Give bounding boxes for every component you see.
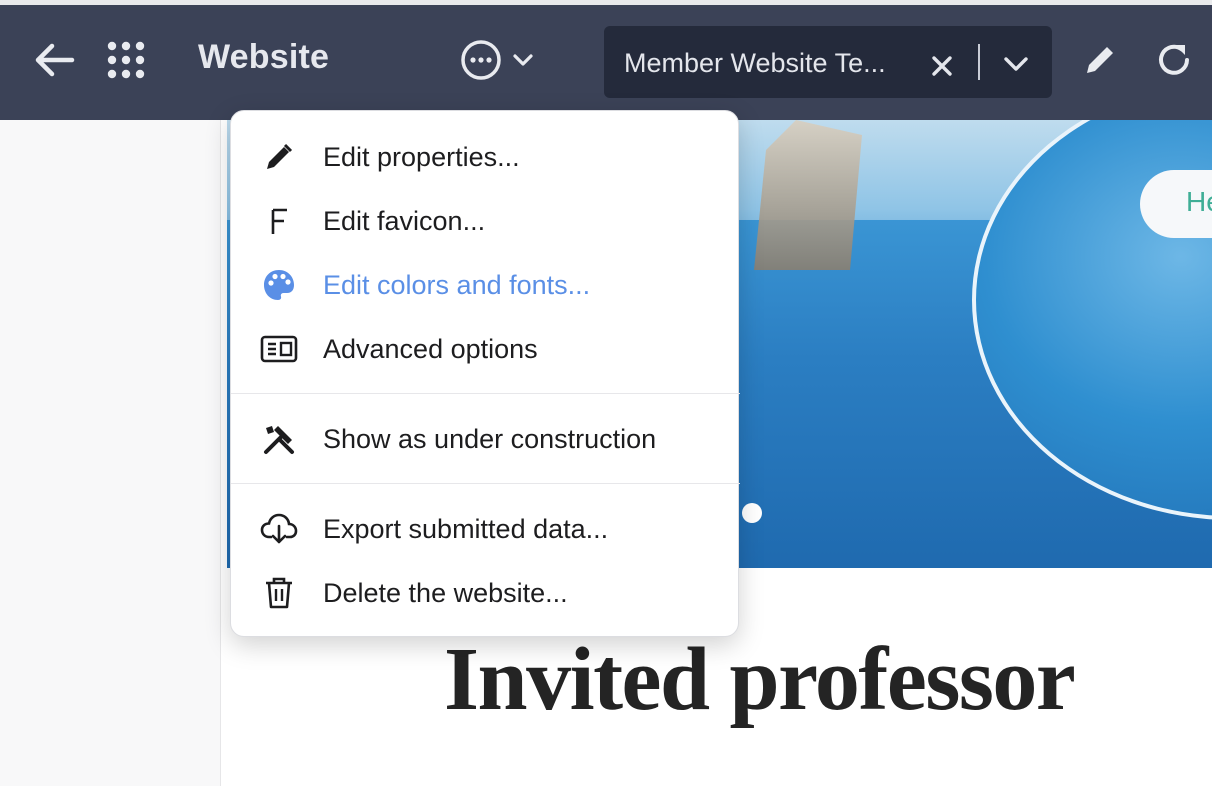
apps-button[interactable] — [102, 36, 150, 88]
chevron-down-icon — [1003, 56, 1029, 77]
menu-item-label: Edit properties... — [323, 141, 520, 172]
menu-item-edit-colors-fonts[interactable]: Edit colors and fonts... — [231, 255, 740, 315]
menu-item-edit-favicon[interactable]: Edit favicon... — [231, 191, 740, 251]
favicon-f-icon — [259, 201, 299, 241]
tools-icon — [259, 419, 299, 459]
page-heading: Invited professor — [444, 630, 1076, 729]
hero-slide-dot[interactable] — [742, 503, 762, 523]
menu-item-label: Show as under construction — [323, 423, 657, 454]
left-panel — [0, 120, 221, 786]
website-options-menu: Edit properties... Edit favicon... Edit … — [230, 110, 740, 637]
back-button[interactable] — [28, 36, 80, 88]
pencil-icon — [259, 137, 299, 177]
edit-button[interactable] — [1076, 36, 1124, 88]
menu-item-label: Edit colors and fonts... — [323, 269, 591, 300]
trash-icon — [259, 573, 299, 613]
palette-icon — [259, 265, 299, 305]
pencil-icon — [1081, 41, 1119, 84]
menu-item-label: Delete the website... — [323, 577, 568, 608]
hero-oil-rig — [754, 120, 862, 270]
menu-separator — [231, 483, 740, 484]
cloud-download-icon — [259, 509, 299, 549]
advanced-options-icon — [259, 329, 299, 369]
menu-separator — [231, 393, 740, 394]
menu-item-delete-website[interactable]: Delete the website... — [231, 563, 740, 623]
website-dropdown-button[interactable] — [994, 40, 1038, 92]
apps-grid-icon — [106, 40, 146, 85]
close-icon — [931, 55, 953, 82]
menu-item-advanced-options[interactable]: Advanced options — [231, 319, 740, 379]
arrow-left-icon — [32, 43, 76, 82]
selector-divider — [978, 44, 980, 80]
page-title: Website — [198, 38, 330, 76]
clear-selection-button[interactable] — [918, 44, 966, 92]
menu-item-label: Advanced options — [323, 333, 538, 364]
menu-item-edit-properties[interactable]: Edit properties... — [231, 127, 740, 187]
menu-item-label: Edit favicon... — [323, 205, 486, 236]
refresh-icon — [1155, 41, 1193, 84]
chevron-down-icon — [512, 53, 534, 72]
website-selector-label: Member Website Te... — [624, 48, 886, 78]
more-options-icon — [460, 39, 502, 86]
refresh-button[interactable] — [1150, 36, 1198, 88]
menu-item-under-construction[interactable]: Show as under construction — [231, 409, 740, 469]
menu-item-label: Export submitted data... — [323, 513, 609, 544]
menu-item-export-data[interactable]: Export submitted data... — [231, 499, 740, 559]
website-selector[interactable]: Member Website Te... — [604, 26, 1052, 98]
hero-nav-button[interactable]: He — [1140, 170, 1212, 238]
more-options-button[interactable] — [452, 36, 542, 88]
